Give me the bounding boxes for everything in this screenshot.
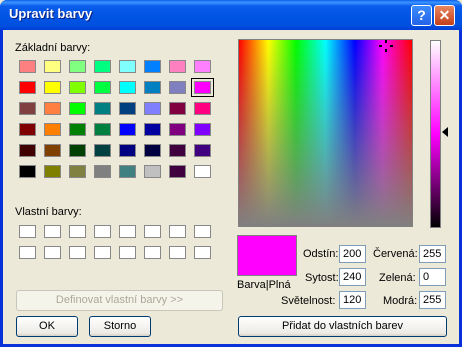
crosshair-icon [379,40,393,52]
blue-label: Modrá: [383,295,418,307]
custom-color-swatch[interactable] [144,225,161,238]
basic-color-swatch[interactable] [19,165,36,178]
basic-color-swatch[interactable] [119,144,136,157]
saturation-input[interactable]: 240 [339,268,366,286]
basic-color-swatch[interactable] [194,102,211,115]
luminosity-input[interactable]: 120 [339,291,366,309]
basic-color-swatch[interactable] [94,144,111,157]
saturation-label: Sytost: [305,272,339,284]
custom-color-swatch[interactable] [69,246,86,259]
hue-label: Odstín: [303,248,339,260]
basic-color-swatch[interactable] [144,144,161,157]
custom-color-swatch[interactable] [19,246,36,259]
define-custom-colors-button[interactable]: Definovat vlastní barvy >> [16,290,223,311]
custom-color-swatch[interactable] [194,225,211,238]
cancel-button[interactable]: Storno [89,316,151,337]
basic-color-swatch[interactable] [119,60,136,73]
basic-color-swatch[interactable] [169,123,186,136]
help-button[interactable]: ? [411,5,432,26]
basic-color-swatch[interactable] [19,144,36,157]
basic-color-swatch[interactable] [169,60,186,73]
basic-color-swatch[interactable] [19,60,36,73]
basic-color-swatch[interactable] [191,78,214,97]
basic-color-swatch[interactable] [69,60,86,73]
basic-color-swatch[interactable] [94,123,111,136]
basic-color-swatch[interactable] [69,102,86,115]
basic-color-swatch[interactable] [44,81,61,94]
dialog-title: Upravit barvy [9,6,93,21]
basic-color-swatch[interactable] [69,81,86,94]
basic-color-swatch[interactable] [144,123,161,136]
custom-color-swatch[interactable] [119,246,136,259]
basic-color-swatch[interactable] [44,60,61,73]
basic-color-swatch[interactable] [144,165,161,178]
color-preview [237,235,297,276]
basic-color-swatch[interactable] [69,165,86,178]
green-label: Zelená: [379,272,416,284]
basic-color-swatch[interactable] [144,102,161,115]
close-button[interactable]: ✕ [434,5,455,26]
basic-color-swatch[interactable] [169,102,186,115]
custom-color-swatch[interactable] [44,246,61,259]
basic-color-swatch[interactable] [44,165,61,178]
basic-color-swatch[interactable] [44,123,61,136]
custom-color-swatch[interactable] [94,225,111,238]
basic-color-swatch[interactable] [169,144,186,157]
custom-color-swatch[interactable] [194,246,211,259]
basic-color-swatch[interactable] [19,81,36,94]
custom-color-swatch[interactable] [44,225,61,238]
red-label: Červená: [373,248,418,260]
color-spectrum[interactable] [238,39,413,227]
basic-color-swatch[interactable] [19,123,36,136]
luminance-arrow-icon[interactable] [442,127,448,137]
basic-color-swatch[interactable] [94,165,111,178]
custom-color-swatch[interactable] [119,225,136,238]
ok-button[interactable]: OK [16,316,78,337]
custom-color-swatch[interactable] [94,246,111,259]
basic-color-swatch[interactable] [44,102,61,115]
basic-color-swatch[interactable] [94,60,111,73]
basic-color-swatch[interactable] [169,165,186,178]
custom-color-swatch[interactable] [144,246,161,259]
basic-color-swatch[interactable] [144,60,161,73]
basic-color-swatch[interactable] [194,60,211,73]
green-input[interactable]: 0 [419,268,446,286]
basic-color-swatch[interactable] [119,81,136,94]
basic-color-swatch[interactable] [69,123,86,136]
basic-color-swatch[interactable] [194,165,211,178]
basic-color-swatch[interactable] [94,81,111,94]
basic-color-swatch[interactable] [194,123,211,136]
custom-color-swatch[interactable] [169,246,186,259]
custom-color-swatch[interactable] [169,225,186,238]
basic-color-swatch[interactable] [119,165,136,178]
basic-color-swatch[interactable] [94,102,111,115]
title-bar[interactable]: Upravit barvy ? ✕ [0,0,462,30]
luminosity-label: Světelnost: [281,295,336,307]
basic-color-swatch[interactable] [144,81,161,94]
basic-color-swatch[interactable] [69,144,86,157]
basic-color-swatch[interactable] [19,102,36,115]
red-input[interactable]: 255 [419,245,446,263]
blue-input[interactable]: 255 [419,291,446,309]
basic-color-swatch[interactable] [119,123,136,136]
custom-color-swatch[interactable] [19,225,36,238]
add-to-custom-colors-button[interactable]: Přidat do vlastních barev [238,316,447,337]
basic-color-swatch[interactable] [119,102,136,115]
preview-label: Barva|Plná [237,279,291,291]
basic-color-swatch[interactable] [44,144,61,157]
basic-color-swatch[interactable] [194,144,211,157]
basic-color-swatch[interactable] [169,81,186,94]
basic-colors-label: Základní barvy: [15,42,91,54]
luminance-slider[interactable] [430,40,441,228]
hue-input[interactable]: 200 [339,245,366,263]
custom-colors-label: Vlastní barvy: [15,206,82,218]
custom-color-swatch[interactable] [69,225,86,238]
